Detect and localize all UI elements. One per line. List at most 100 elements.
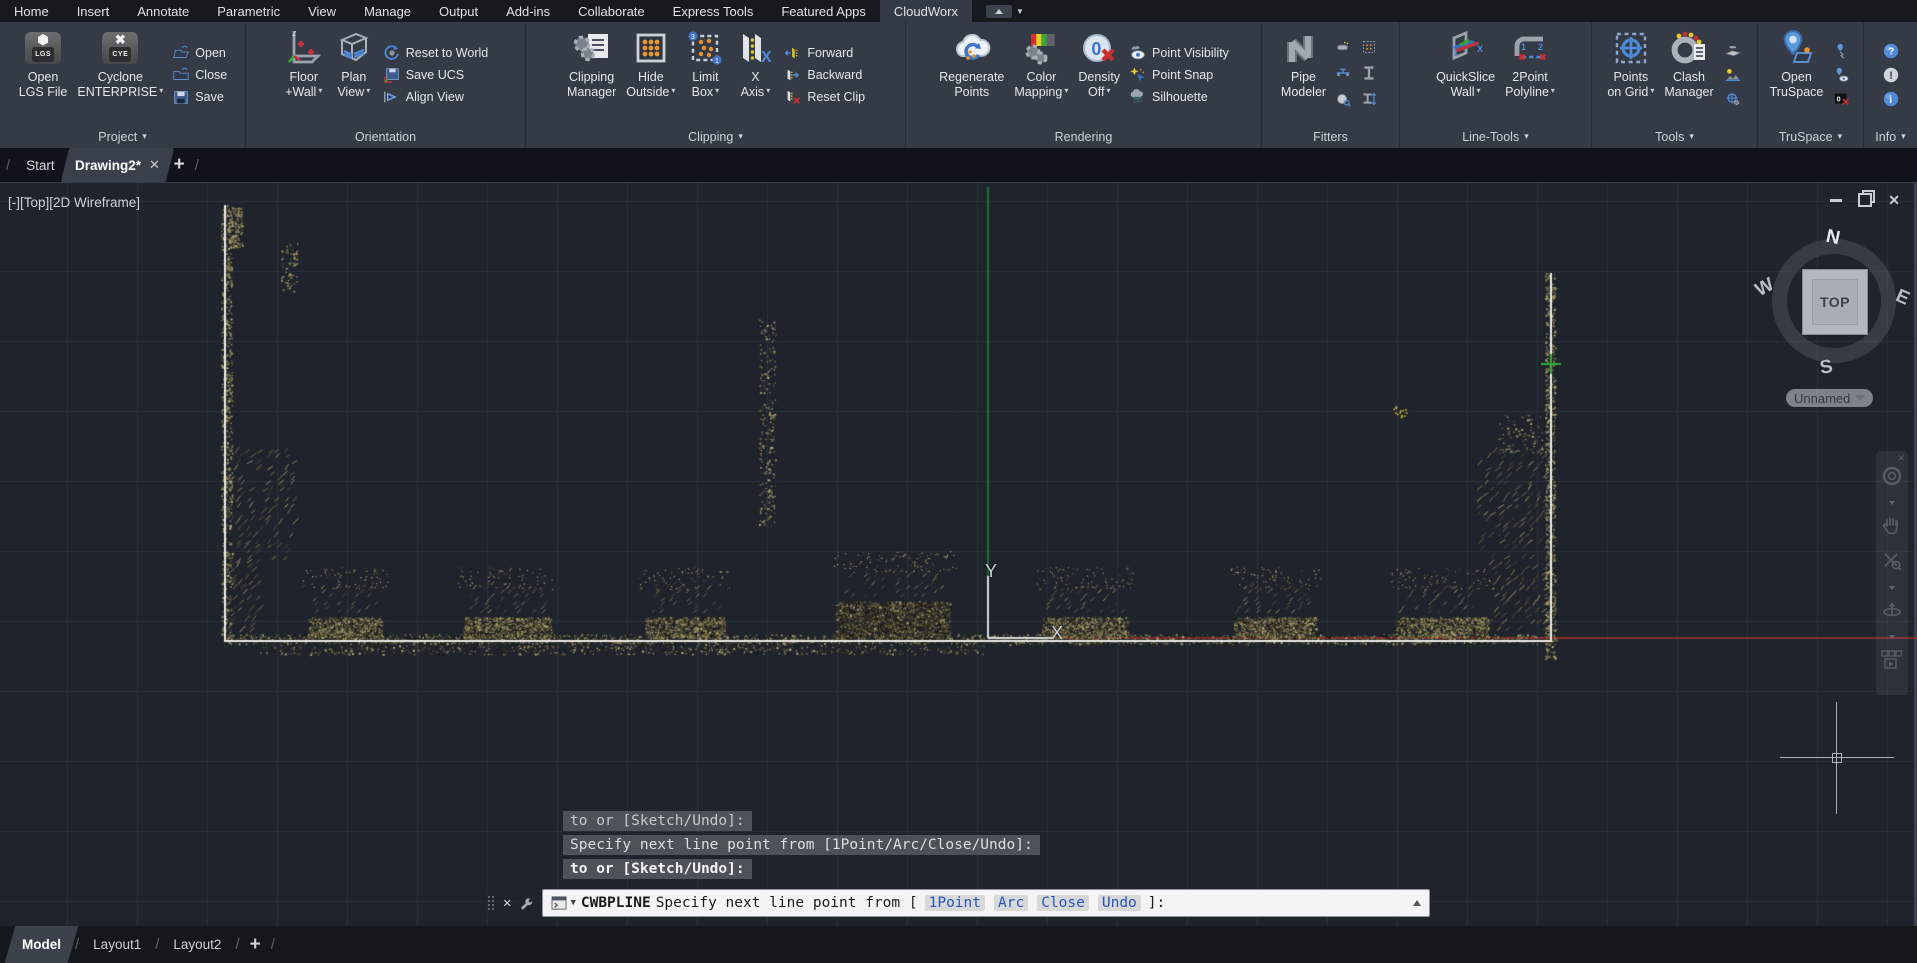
reset-clip-button[interactable]: Reset Clip (784, 88, 865, 106)
ribbon-tab-manage[interactable]: Manage (350, 0, 425, 22)
panel-label-rendering[interactable]: Rendering (906, 125, 1261, 148)
cyclone-enterprise-button[interactable]: ✖CYE Cyclone ENTERPRISE▾ (73, 25, 167, 125)
panel-label-line-tools[interactable]: Line-Tools▾ (1400, 125, 1591, 148)
ribbon-tab-output[interactable]: Output (425, 0, 492, 22)
plan-view-button[interactable]: Plan View▾ (330, 25, 378, 125)
close-tab-icon[interactable]: ✕ (149, 157, 160, 173)
points-on-grid-button[interactable]: Points on Grid▾ (1603, 25, 1658, 125)
clash-manager-button[interactable]: Clash Manager (1660, 25, 1717, 125)
help-icon-button[interactable]: ? (1882, 42, 1900, 60)
viewcube[interactable]: N W E S TOP (1772, 239, 1896, 363)
truspace-off-button[interactable]: 0 (1833, 90, 1851, 108)
ribbon-tab-annotate[interactable]: Annotate (123, 0, 203, 22)
steel-beam-button[interactable] (1360, 64, 1378, 82)
chevron-down-icon[interactable] (1889, 635, 1895, 639)
pan-hand-icon[interactable] (1881, 514, 1903, 541)
truspace-view-button[interactable] (1833, 66, 1851, 84)
ribbon-tab-insert[interactable]: Insert (63, 0, 124, 22)
cloud-plane-button[interactable] (1724, 42, 1742, 60)
panel-label-clipping[interactable]: Clipping▾ (526, 125, 905, 148)
project-close-button[interactable]: Close (172, 66, 227, 84)
ribbon-tab-view[interactable]: View (294, 0, 350, 22)
command-option-undo[interactable]: Undo (1098, 895, 1141, 911)
command-bar-grip[interactable]: ✕ (483, 889, 542, 917)
ribbon-tab-collaborate[interactable]: Collaborate (564, 0, 659, 22)
restore-icon[interactable] (1858, 193, 1872, 207)
beam-height-button[interactable] (1360, 90, 1378, 108)
pipe-modeler-button[interactable]: Pipe Modeler (1277, 25, 1330, 125)
project-open-button[interactable]: Open (172, 44, 227, 62)
viewcube-top-face[interactable]: TOP (1802, 269, 1868, 335)
steering-wheel-icon[interactable] (1881, 465, 1903, 492)
panel-label-tools[interactable]: Tools▾ (1592, 125, 1757, 148)
density-off-button[interactable]: 0 Density Off▾ (1074, 25, 1124, 125)
command-option-close[interactable]: Close (1037, 895, 1089, 911)
close-command-icon[interactable]: ✕ (503, 895, 511, 911)
point-visibility-button[interactable]: Point Visibility (1129, 44, 1229, 62)
color-mapping-button[interactable]: Color Mapping▾ (1010, 25, 1072, 125)
truspace-route-button[interactable] (1833, 42, 1851, 60)
limit-box-button[interactable]: 31 Limit Box▾ (681, 25, 729, 125)
clipping-manager-button[interactable]: Clipping Manager (563, 25, 620, 125)
regenerate-points-button[interactable]: Regenerate Points (935, 25, 1008, 125)
panel-label-truspace[interactable]: TruSpace▾ (1758, 125, 1863, 148)
command-history-expand-icon[interactable] (1413, 900, 1421, 906)
panel-label-project[interactable]: Project▾ (0, 125, 245, 148)
tab-drawing2[interactable]: Drawing2*✕ (60, 148, 173, 182)
command-option-arc[interactable]: Arc (994, 895, 1028, 911)
tab-layout2[interactable]: Layout2 (161, 926, 233, 963)
project-save-button[interactable]: Save (172, 88, 227, 106)
ambient-light-button[interactable] (1724, 66, 1742, 84)
navbar-close-icon[interactable]: ✕ (1897, 453, 1905, 464)
save-ucs-button[interactable]: Save UCS (383, 66, 488, 84)
new-drawing-button[interactable]: + (174, 154, 185, 176)
ribbon-tab-parametric[interactable]: Parametric (203, 0, 294, 22)
ribbon-tab-cloudworx[interactable]: CloudWorx (880, 0, 972, 22)
new-layout-button[interactable]: + (242, 934, 269, 956)
floor-wall-button[interactable]: z Floor +Wall▾ (280, 25, 328, 125)
close-icon[interactable]: ✕ (1888, 195, 1900, 205)
chevron-down-icon[interactable] (1889, 501, 1895, 505)
quickslice-wall-button[interactable]: 1X QuickSlice Wall▾ (1432, 25, 1499, 125)
panel-label-fitters[interactable]: Fitters (1262, 125, 1399, 148)
warning-icon-button[interactable]: ! (1882, 66, 1900, 84)
open-lgs-file-button[interactable]: ⬢LGS Open LGS File (15, 25, 72, 125)
sphere-fit-button[interactable] (1334, 90, 1352, 108)
command-prompt-icon[interactable]: ▼ (551, 896, 575, 910)
panel-label-info[interactable]: Info▾ (1864, 125, 1917, 148)
target-settings-button[interactable] (1724, 90, 1742, 108)
point-snap-button[interactable]: Point Snap (1129, 66, 1229, 84)
hide-outside-button[interactable]: Hide Outside▾ (622, 25, 679, 125)
command-option-1point[interactable]: 1Point (925, 895, 985, 911)
showmotion-icon[interactable] (1880, 648, 1904, 677)
tab-start[interactable]: Start (16, 148, 65, 182)
ribbon-tab-express-tools[interactable]: Express Tools (659, 0, 768, 22)
panel-label-orientation[interactable]: Orientation (246, 125, 525, 148)
ribbon-tab-featured-apps[interactable]: Featured Apps (767, 0, 880, 22)
minimize-icon[interactable] (1830, 199, 1842, 202)
zoom-icon[interactable] (1881, 550, 1903, 577)
viewport-controls-label[interactable]: [-][Top][2D Wireframe] (8, 195, 140, 210)
about-icon-button[interactable]: i (1882, 90, 1900, 108)
named-view-pill[interactable]: Unnamed (1786, 389, 1873, 407)
align-view-button[interactable]: Align View (383, 88, 488, 106)
chevron-down-icon[interactable] (1889, 586, 1895, 590)
reset-to-world-button[interactable]: Reset to World (383, 44, 488, 62)
x-axis-clip-button[interactable]: X X Axis▾ (731, 25, 779, 125)
silhouette-button[interactable]: Silhouette (1129, 88, 1229, 106)
orbit-icon[interactable] (1881, 599, 1903, 626)
ribbon-tab-home[interactable]: Home (0, 0, 63, 22)
patch-fit-button[interactable] (1360, 38, 1378, 56)
valve-fit-button[interactable] (1334, 64, 1352, 82)
ribbon-tab-addins[interactable]: Add-ins (492, 0, 564, 22)
wrench-icon[interactable] (519, 896, 534, 911)
two-point-polyline-button[interactable]: 12 2Point Polyline▾ (1501, 25, 1559, 125)
open-truspace-button[interactable]: Open TruSpace (1766, 25, 1828, 125)
ribbon-display-toggle[interactable]: ▼ (986, 5, 1024, 18)
command-input[interactable]: ▼ CWBPLINE Specify next line point from … (542, 889, 1430, 917)
clip-backward-button[interactable]: Backward (784, 66, 865, 84)
tab-layout1[interactable]: Layout1 (81, 926, 153, 963)
pipe-fitting-button[interactable] (1334, 38, 1352, 56)
tab-model[interactable]: Model (5, 926, 79, 963)
clip-forward-button[interactable]: Forward (784, 44, 865, 62)
